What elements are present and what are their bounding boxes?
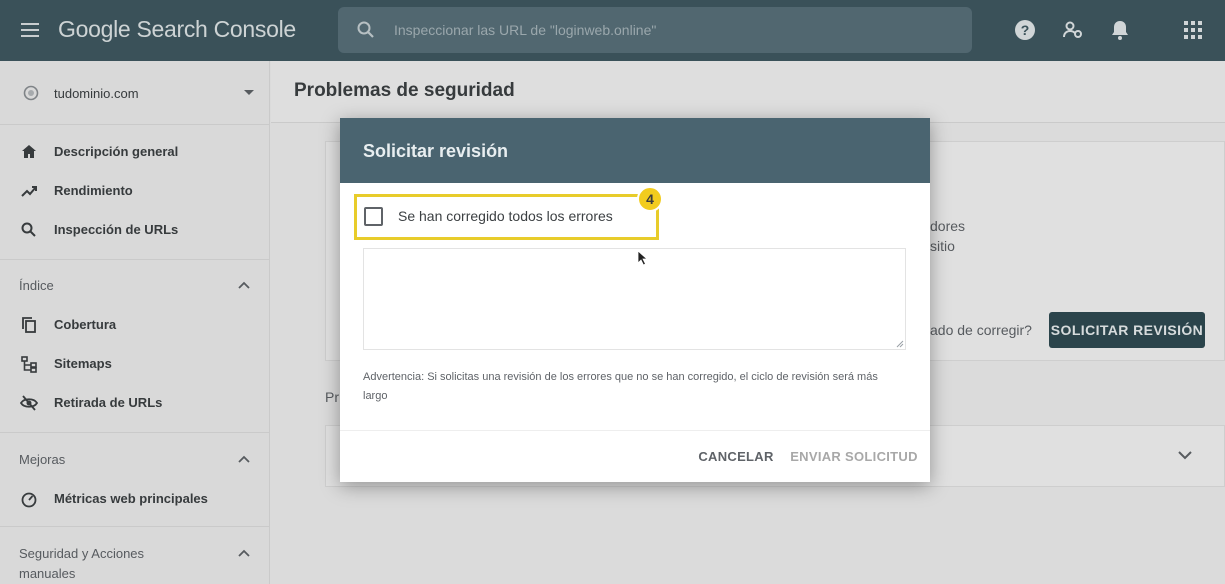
cancel-button[interactable]: CANCELAR	[696, 444, 776, 470]
step-badge: 4	[637, 186, 663, 212]
request-review-dialog: Solicitar revisión 4 Se han corregido to…	[340, 118, 930, 482]
dialog-divider	[340, 430, 930, 431]
warning-text: Advertencia: Si solicitas una revisión d…	[363, 371, 878, 402]
resize-handle-icon[interactable]	[896, 340, 904, 348]
review-details-textarea[interactable]	[363, 248, 906, 350]
send-request-button[interactable]: ENVIAR SOLICITUD	[790, 444, 918, 470]
dialog-header: Solicitar revisión	[340, 118, 930, 183]
mouse-cursor-icon	[637, 250, 649, 266]
checkbox-label[interactable]: Se han corregido todos los errores	[398, 208, 613, 224]
all-errors-fixed-checkbox[interactable]	[364, 207, 383, 226]
dialog-title: Solicitar revisión	[363, 141, 509, 161]
